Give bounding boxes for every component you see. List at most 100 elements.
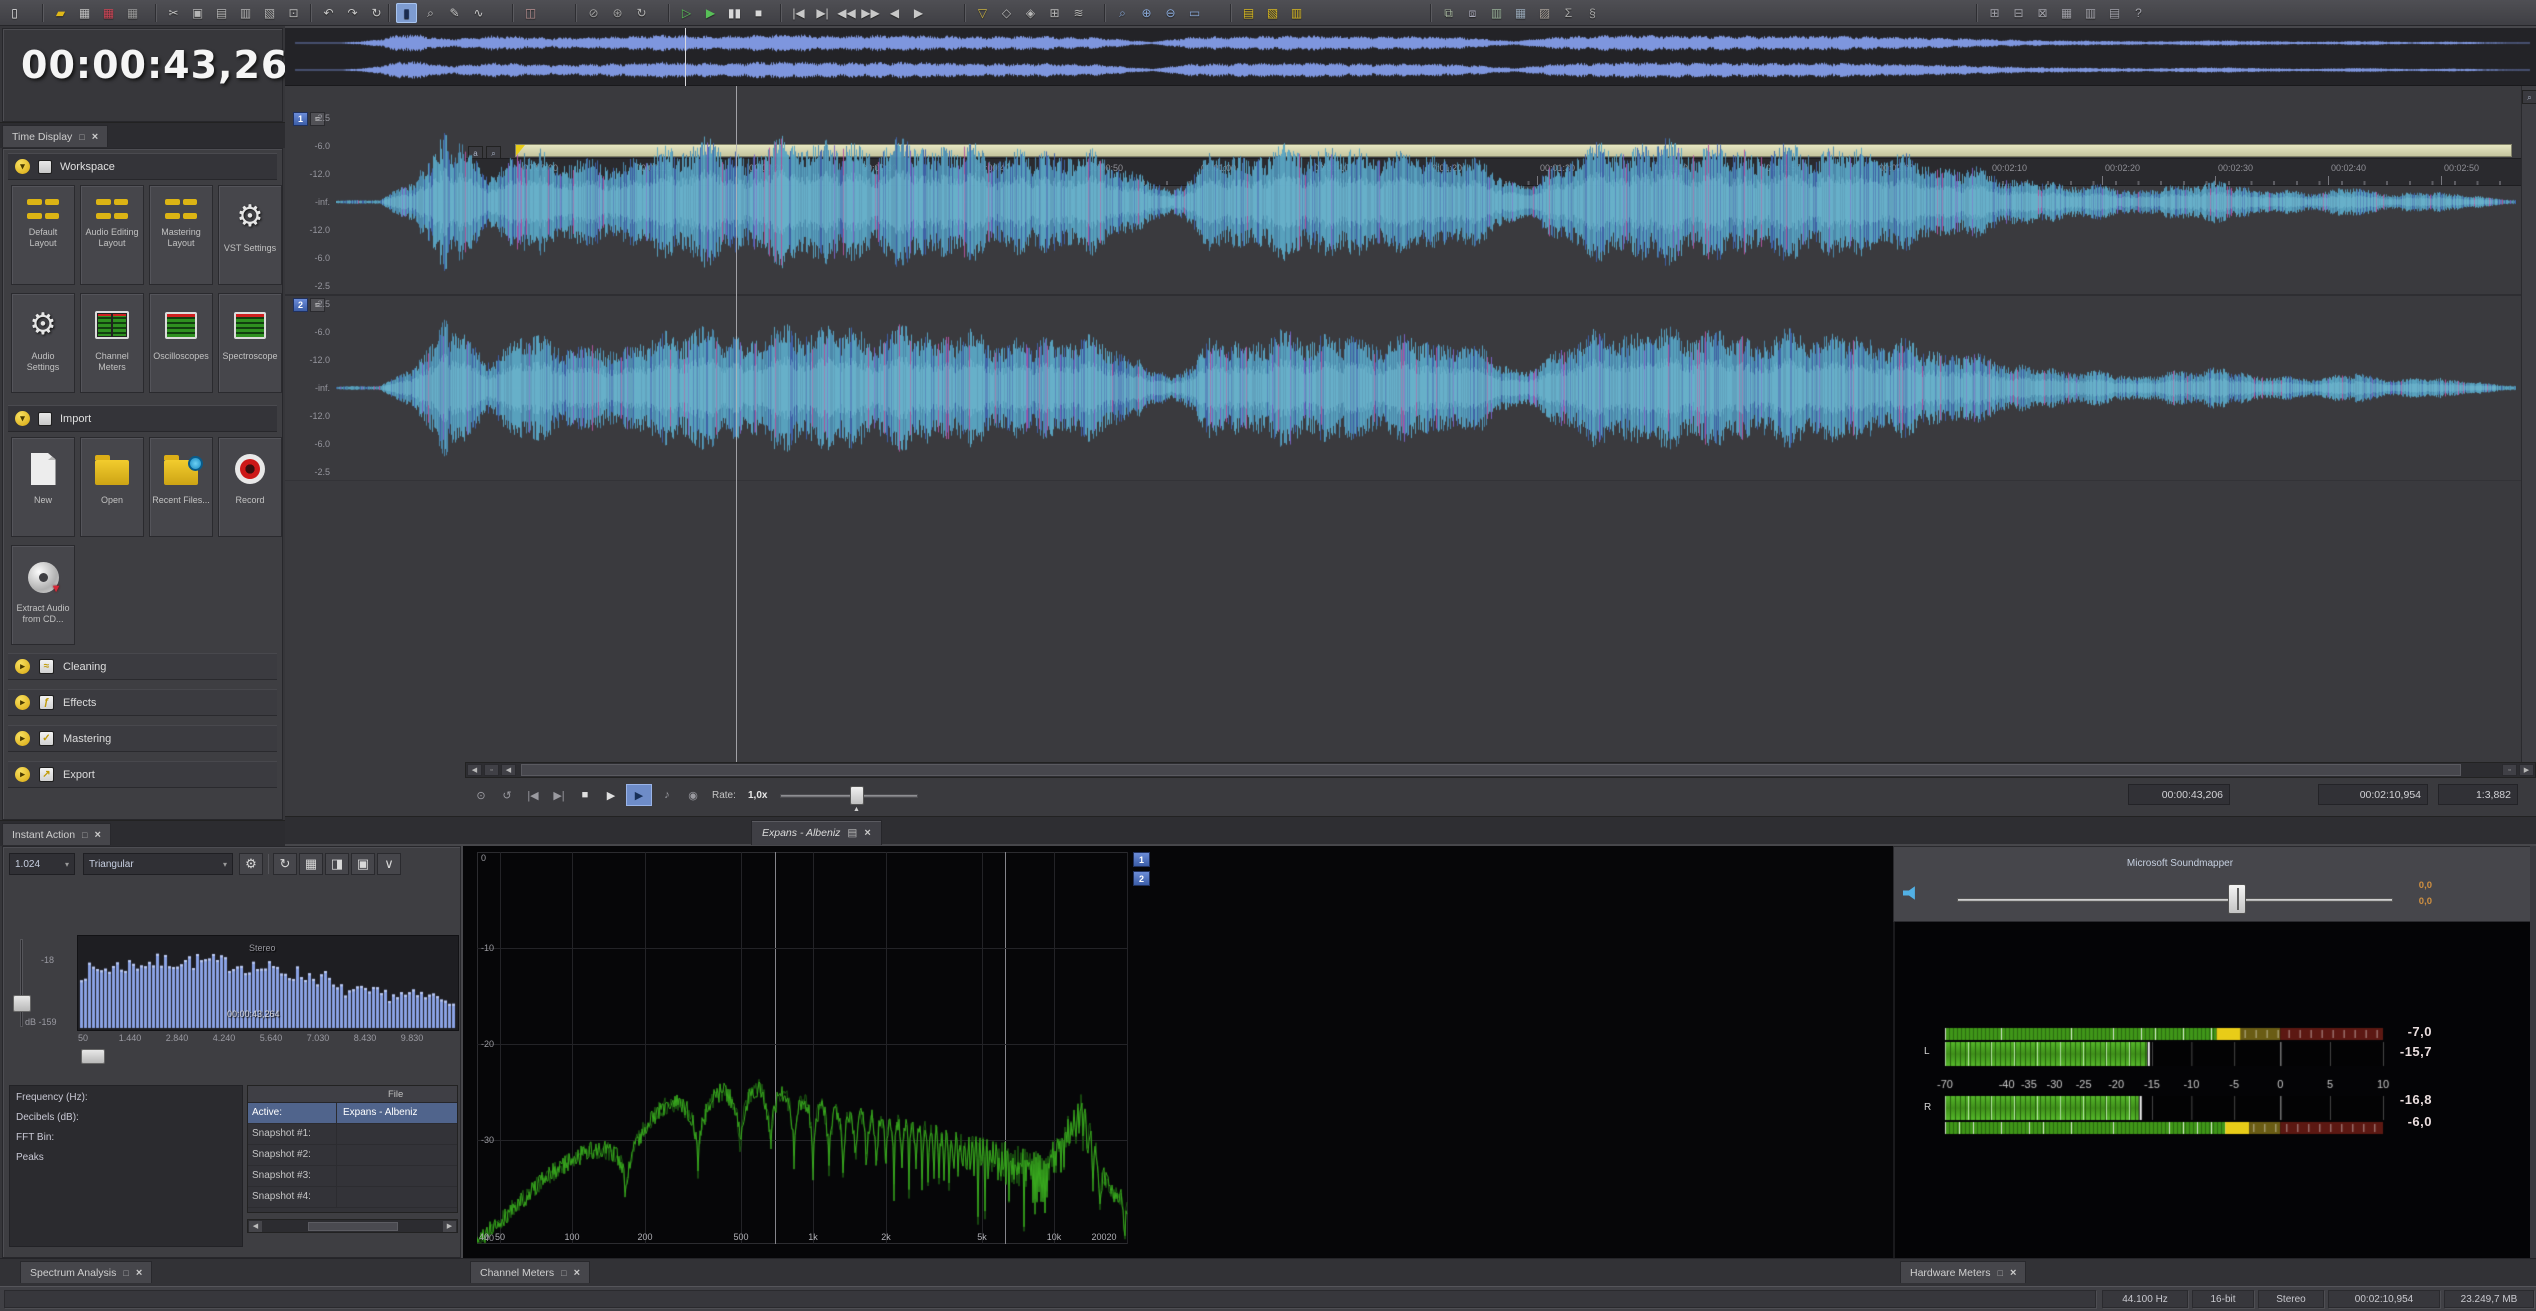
zoom-selection-icon[interactable]: ⌕ bbox=[1112, 3, 1133, 23]
play-icon[interactable]: ▶ bbox=[600, 784, 622, 806]
channel-meters-channel-1-button[interactable]: 1 bbox=[1133, 852, 1150, 867]
statistics-icon[interactable]: Σ bbox=[1558, 3, 1579, 23]
tab-time-display[interactable]: Time Display □ × bbox=[2, 125, 109, 147]
play-sound-icon[interactable]: ♪ bbox=[656, 784, 678, 806]
menu-chevron-icon[interactable]: ∨ bbox=[377, 853, 401, 875]
tab-spectrum-analysis[interactable]: Spectrum Analysis □ × bbox=[20, 1261, 153, 1283]
zoom-in-icon[interactable]: ⊕ bbox=[1136, 3, 1157, 23]
pause-icon[interactable]: ▮▮ bbox=[724, 3, 745, 23]
maximize-icon[interactable]: □ bbox=[79, 132, 84, 142]
scroll-right-icon[interactable]: ▶ bbox=[2519, 764, 2534, 776]
maximize-icon[interactable]: □ bbox=[123, 1268, 128, 1278]
waveform-channel-1[interactable] bbox=[336, 110, 2516, 294]
scroll-thumb[interactable] bbox=[308, 1222, 398, 1231]
workspace-section-header[interactable]: ▾ Workspace bbox=[8, 153, 277, 180]
stop-icon[interactable]: ■ bbox=[748, 3, 769, 23]
repeat-icon[interactable]: ↻ bbox=[366, 3, 387, 23]
close-icon[interactable]: × bbox=[136, 1267, 142, 1279]
magnify-tool-icon[interactable]: ⌕ bbox=[420, 3, 441, 23]
close-icon[interactable]: × bbox=[574, 1267, 580, 1279]
refresh-icon[interactable]: ↻ bbox=[273, 853, 297, 875]
view-workspace-icon[interactable]: ▤ bbox=[2104, 3, 2125, 23]
table-row[interactable]: Snapshot #3: bbox=[248, 1166, 457, 1187]
lock-icon[interactable]: ▣ bbox=[351, 853, 375, 875]
pencil-tool-icon[interactable]: ✎ bbox=[444, 3, 465, 23]
record-icon[interactable]: ⊙ bbox=[470, 784, 492, 806]
scrub-icon[interactable]: ◉ bbox=[682, 784, 704, 806]
copy-icon[interactable]: ▣ bbox=[187, 3, 208, 23]
rate-slider-track[interactable] bbox=[780, 794, 918, 798]
section-mastering[interactable]: ▸ ✓ Mastering bbox=[8, 725, 277, 752]
close-icon[interactable]: × bbox=[864, 827, 870, 839]
output-gain-slider-handle[interactable] bbox=[2228, 884, 2246, 914]
table-row[interactable]: Snapshot #2: bbox=[248, 1145, 457, 1166]
mix-paste-icon[interactable]: ▧ bbox=[259, 3, 280, 23]
section-cleaning[interactable]: ▸ ≈ Cleaning bbox=[8, 653, 277, 680]
tile-audio-settings[interactable]: ⚙ Audio Settings bbox=[11, 293, 75, 393]
script-icon[interactable]: § bbox=[1582, 3, 1603, 23]
tile-record[interactable]: Record bbox=[218, 437, 282, 537]
close-icon[interactable]: × bbox=[94, 829, 100, 841]
undo-icon[interactable]: ↶ bbox=[318, 3, 339, 23]
display-mode-icon[interactable]: ◨ bbox=[325, 853, 349, 875]
close-icon[interactable]: × bbox=[92, 131, 98, 143]
rate-slider-handle[interactable] bbox=[850, 786, 864, 805]
fft-size-dropdown[interactable]: 1.024 ▾ bbox=[9, 853, 75, 875]
view-hardware-meters-icon[interactable]: ▥ bbox=[2080, 3, 2101, 23]
redo-icon[interactable]: ↷ bbox=[342, 3, 363, 23]
expand-chevron-icon[interactable]: ▸ bbox=[15, 731, 30, 746]
tile-vst-settings[interactable]: ⚙ VST Settings bbox=[218, 185, 282, 285]
play-icon[interactable]: ▶ bbox=[700, 3, 721, 23]
restart-icon[interactable]: ↻ bbox=[631, 3, 652, 23]
loop-playback-icon[interactable]: ⊛ bbox=[607, 3, 628, 23]
audio-plugin-icon[interactable]: ⧈ bbox=[1462, 3, 1483, 23]
maximize-icon[interactable]: □ bbox=[1998, 1268, 2003, 1278]
next-marker-icon[interactable]: ▶ bbox=[908, 3, 929, 23]
tile-extract-audio-from-cd[interactable]: Extract Audio from CD... bbox=[11, 545, 75, 645]
cut-icon[interactable]: ✂ bbox=[163, 3, 184, 23]
paste-to-new-icon[interactable]: ◫ bbox=[520, 3, 541, 23]
zoom-out-icon[interactable]: ⊖ bbox=[1160, 3, 1181, 23]
waveform-channel-2[interactable] bbox=[336, 296, 2516, 480]
view-instant-action-icon[interactable]: ⊟ bbox=[2008, 3, 2029, 23]
save-icon[interactable]: ▦ bbox=[74, 3, 95, 23]
snap-icon[interactable]: ⊞ bbox=[1044, 3, 1065, 23]
import-section-header[interactable]: ▾ Import bbox=[8, 405, 277, 432]
tile-open[interactable]: Open bbox=[80, 437, 144, 537]
plugin-chainer-icon[interactable]: ⧉ bbox=[1438, 3, 1459, 23]
trim-crop-icon[interactable]: ⊡ bbox=[283, 3, 304, 23]
zoom-out-scroll-icon[interactable]: ▫ bbox=[484, 764, 499, 776]
prev-marker-icon[interactable]: ◀ bbox=[884, 3, 905, 23]
window-tile-icon[interactable]: ▤ bbox=[1238, 3, 1259, 23]
scroll-right-icon[interactable]: ▶ bbox=[443, 1221, 456, 1232]
save-all-icon[interactable]: ▦ bbox=[122, 3, 143, 23]
scroll-left-icon[interactable]: ◀ bbox=[467, 764, 482, 776]
rewind-icon[interactable]: ◀◀ bbox=[836, 3, 857, 23]
overview-waveform-strip[interactable] bbox=[285, 28, 2536, 86]
tile-recent-files[interactable]: Recent Files... bbox=[149, 437, 213, 537]
zoom-normal-icon[interactable]: ▭ bbox=[1184, 3, 1205, 23]
window-stack-icon[interactable]: ▥ bbox=[1286, 3, 1307, 23]
loop-icon[interactable]: ↺ bbox=[496, 784, 518, 806]
file-tab[interactable]: Expans - Albeniz ▤ × bbox=[751, 820, 882, 845]
tile-mastering-layout[interactable]: Mastering Layout bbox=[149, 185, 213, 285]
region-icon[interactable]: ◇ bbox=[996, 3, 1017, 23]
channel-meters-channel-2-button[interactable]: 2 bbox=[1133, 871, 1150, 886]
spectrum-toggle-icon[interactable]: ▦ bbox=[1510, 3, 1531, 23]
paste-icon[interactable]: ▤ bbox=[211, 3, 232, 23]
ripple-icon[interactable]: ≋ bbox=[1068, 3, 1089, 23]
view-channel-meters-icon[interactable]: ▦ bbox=[2056, 3, 2077, 23]
sonogram-toggle-icon[interactable]: ▨ bbox=[1534, 3, 1555, 23]
help-icon[interactable]: ? bbox=[2128, 3, 2149, 23]
view-spectrum-icon[interactable]: ⊠ bbox=[2032, 3, 2053, 23]
hardware-meters-scroll-strip[interactable] bbox=[2530, 846, 2536, 1258]
tab-channel-meters[interactable]: Channel Meters □ × bbox=[470, 1261, 590, 1283]
scroll-thumb[interactable] bbox=[521, 764, 2461, 776]
collapse-chevron-icon[interactable]: ▾ bbox=[15, 411, 30, 426]
tile-channel-meters[interactable]: Channel Meters bbox=[80, 293, 144, 393]
spectrum-horizontal-slider[interactable] bbox=[81, 1049, 105, 1064]
meters-toggle-icon[interactable]: ▥ bbox=[1486, 3, 1507, 23]
table-row[interactable]: Snapshot #1: bbox=[248, 1124, 457, 1145]
new-file-icon[interactable]: ▯ bbox=[4, 3, 25, 23]
zoom-in-scroll-icon[interactable]: ▫ bbox=[2502, 764, 2517, 776]
